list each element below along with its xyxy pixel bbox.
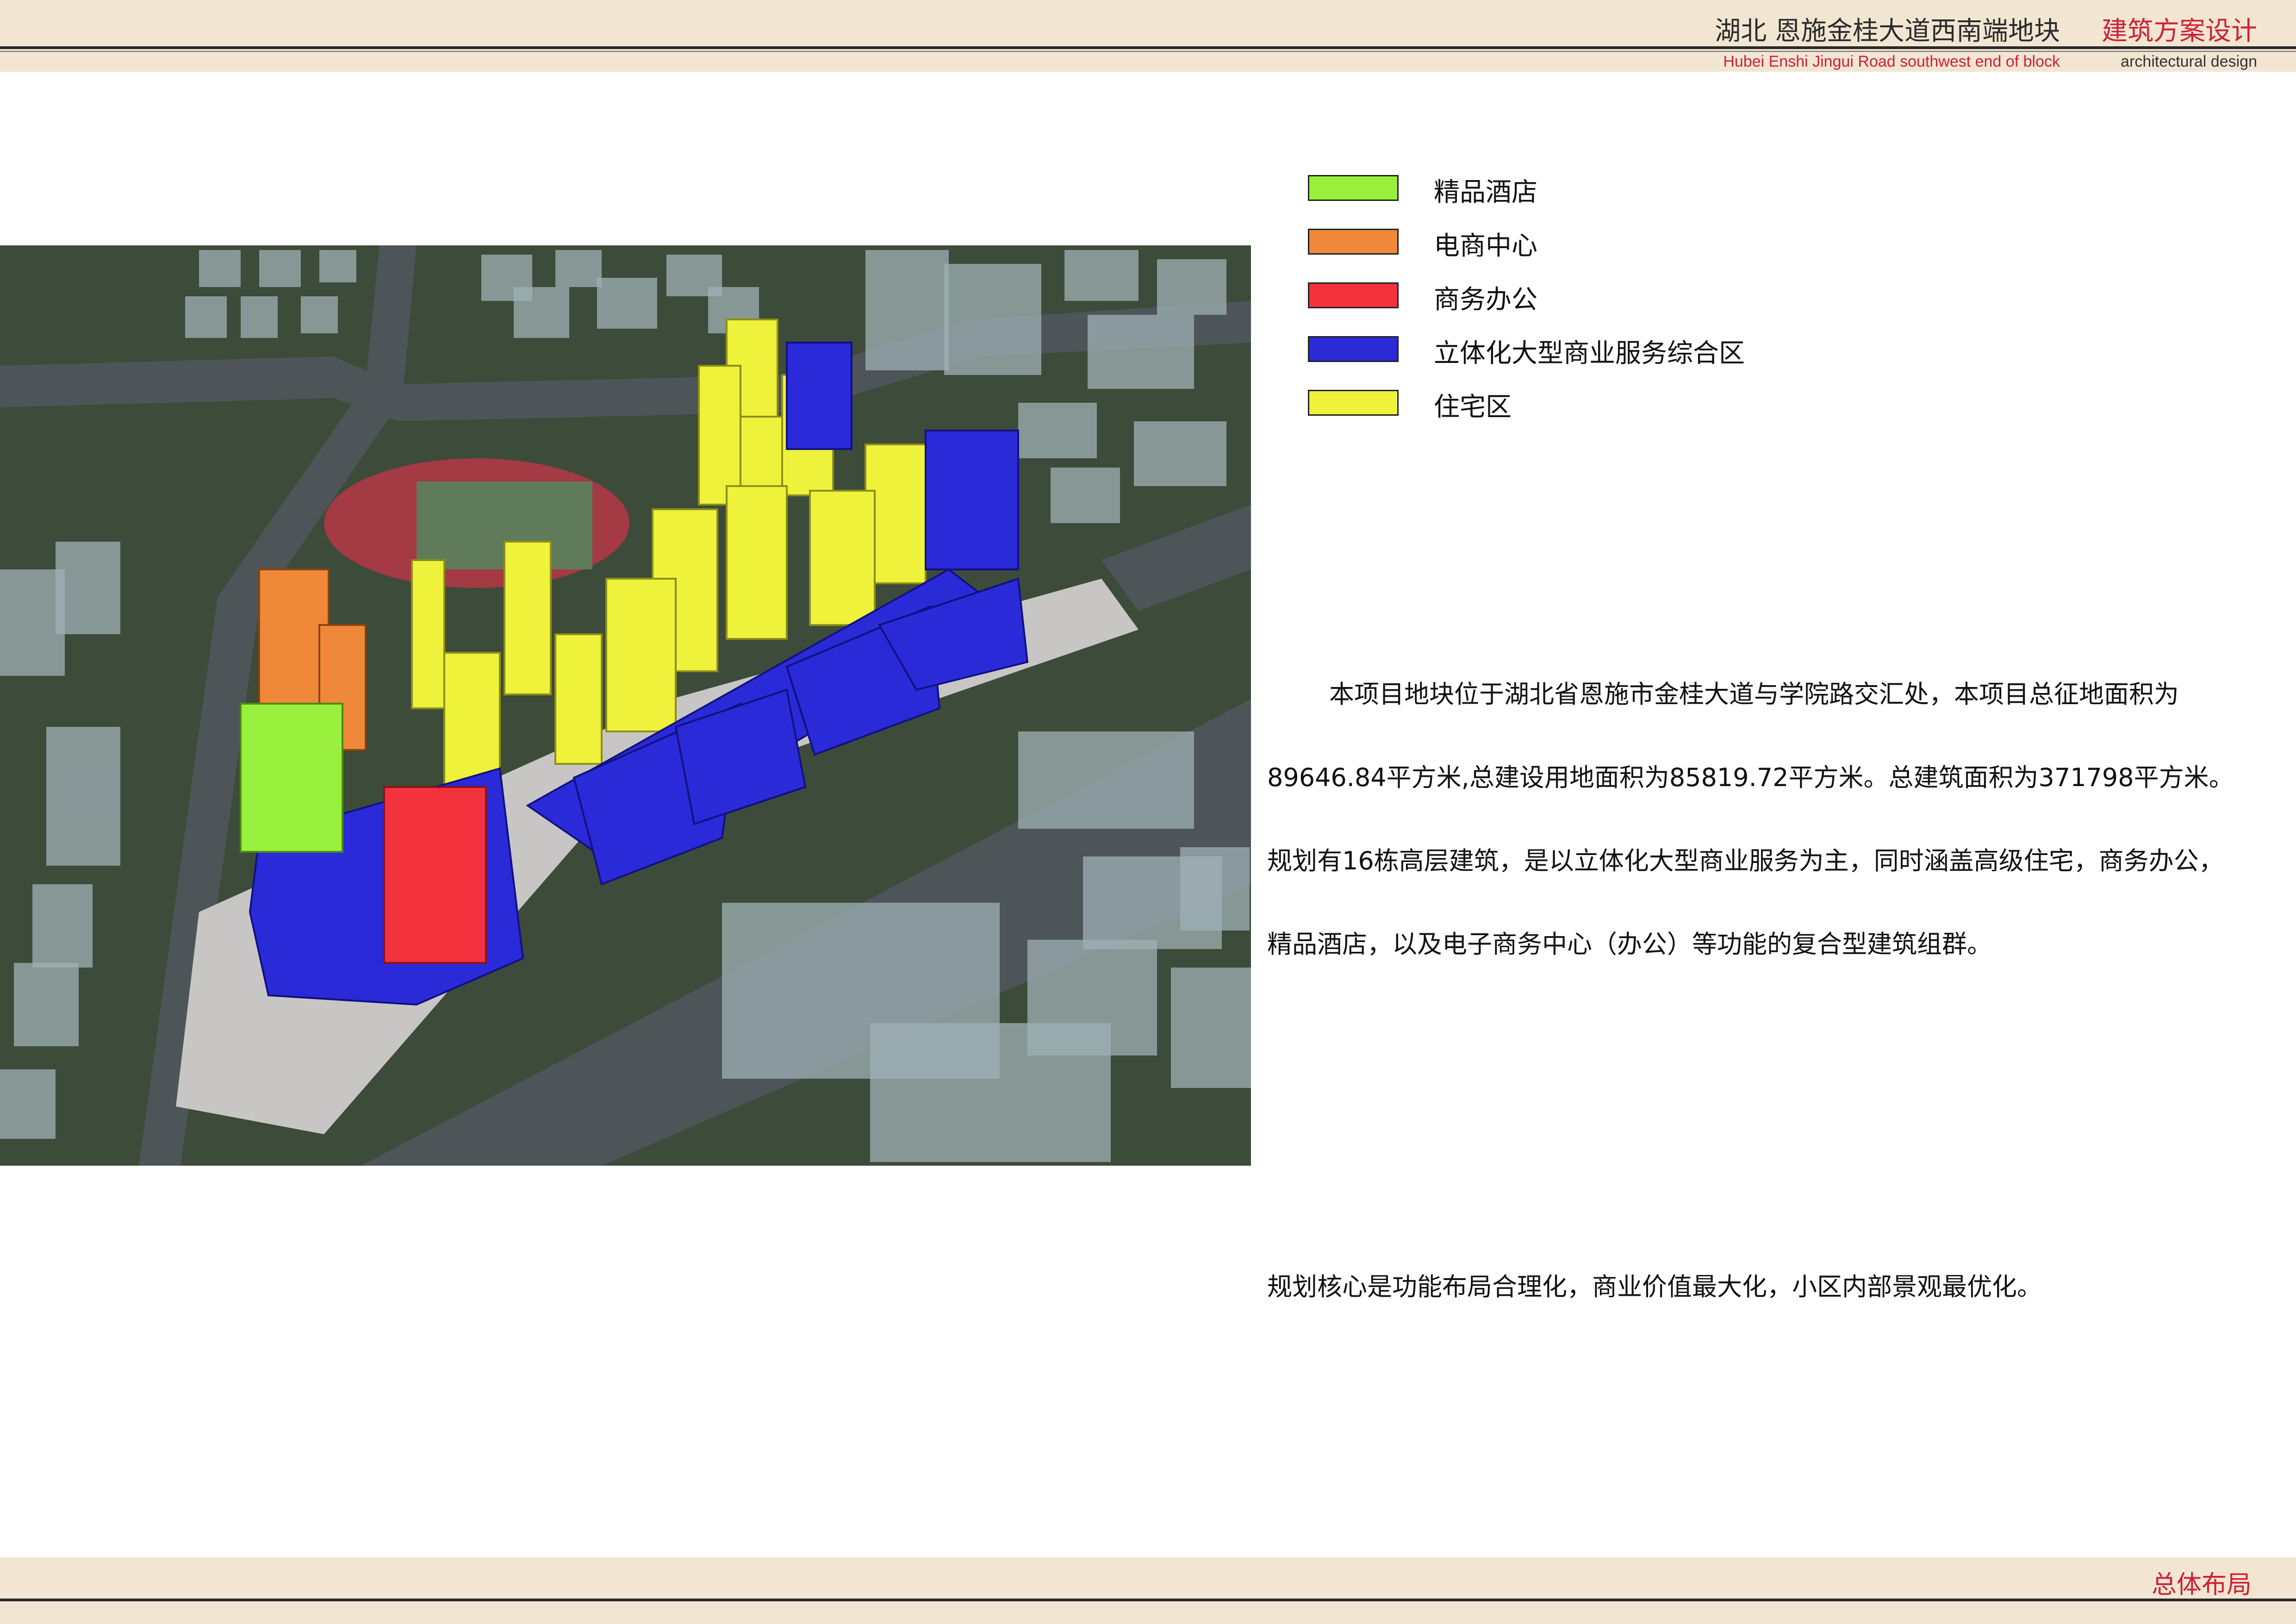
legend-item-residential: 住宅区 bbox=[1308, 381, 1863, 435]
legend-item-office: 商务办公 bbox=[1308, 274, 1863, 328]
project-title: 湖北 恩施金桂大道西南端地块 bbox=[1715, 16, 2060, 46]
legend-swatch-residential bbox=[1308, 390, 1399, 416]
footer-band bbox=[0, 1557, 2296, 1624]
project-title-en: Hubei Enshi Jingui Road southwest end of… bbox=[1723, 53, 2060, 70]
footer-rule bbox=[0, 1599, 2296, 1601]
legend-swatch-office bbox=[1308, 282, 1399, 308]
description-line: 89646.84平方米,总建设用地面积为85819.72平方米。总建筑面积为37… bbox=[1267, 763, 2234, 792]
aerial-render bbox=[0, 245, 1251, 1166]
description-line: 本项目地块位于湖北省恩施市金桂大道与学院路交汇处，本项目总征地面积为 bbox=[1329, 680, 2179, 709]
legend-swatch-hotel bbox=[1308, 175, 1399, 201]
section-title: 建筑方案设计 bbox=[2102, 16, 2257, 46]
legend-label-hotel: 精品酒店 bbox=[1434, 177, 1537, 207]
hotel-tower bbox=[240, 703, 343, 853]
office-tower bbox=[383, 786, 487, 964]
legend-item-ecommerce: 电商中心 bbox=[1308, 220, 1863, 274]
aerial-render-svg bbox=[0, 245, 1251, 1166]
description-line: 规划有16栋高层建筑，是以立体化大型商业服务为主，同时涵盖高级住宅，商务办公， bbox=[1267, 846, 2224, 875]
footer-title: 总体布局 bbox=[2152, 1570, 2252, 1599]
legend-swatch-ecommerce bbox=[1308, 229, 1399, 255]
legend-label-office: 商务办公 bbox=[1434, 285, 1537, 315]
legend: 精品酒店 电商中心 商务办公 立体化大型商业服务综合区 住宅区 bbox=[1308, 167, 1863, 435]
project-description: 本项目地块位于湖北省恩施市金桂大道与学院路交汇处，本项目总征地面积为 89646… bbox=[1267, 676, 2267, 1009]
legend-item-commercial: 立体化大型商业服务综合区 bbox=[1308, 328, 1863, 381]
legend-item-hotel: 精品酒店 bbox=[1308, 167, 1863, 220]
legend-swatch-commercial bbox=[1308, 336, 1399, 362]
legend-label-residential: 住宅区 bbox=[1434, 392, 1512, 422]
header-rule-thin bbox=[0, 51, 2296, 52]
legend-label-ecommerce: 电商中心 bbox=[1434, 231, 1537, 261]
planning-summary: 规划核心是功能布局合理化，商业价值最大化，小区内部景观最优化。 bbox=[1267, 1272, 2042, 1301]
section-title-en: architectural design bbox=[2121, 53, 2257, 70]
description-line: 精品酒店，以及电子商务中心（办公）等功能的复合型建筑组群。 bbox=[1267, 930, 1992, 959]
legend-label-commercial: 立体化大型商业服务综合区 bbox=[1434, 338, 1745, 369]
